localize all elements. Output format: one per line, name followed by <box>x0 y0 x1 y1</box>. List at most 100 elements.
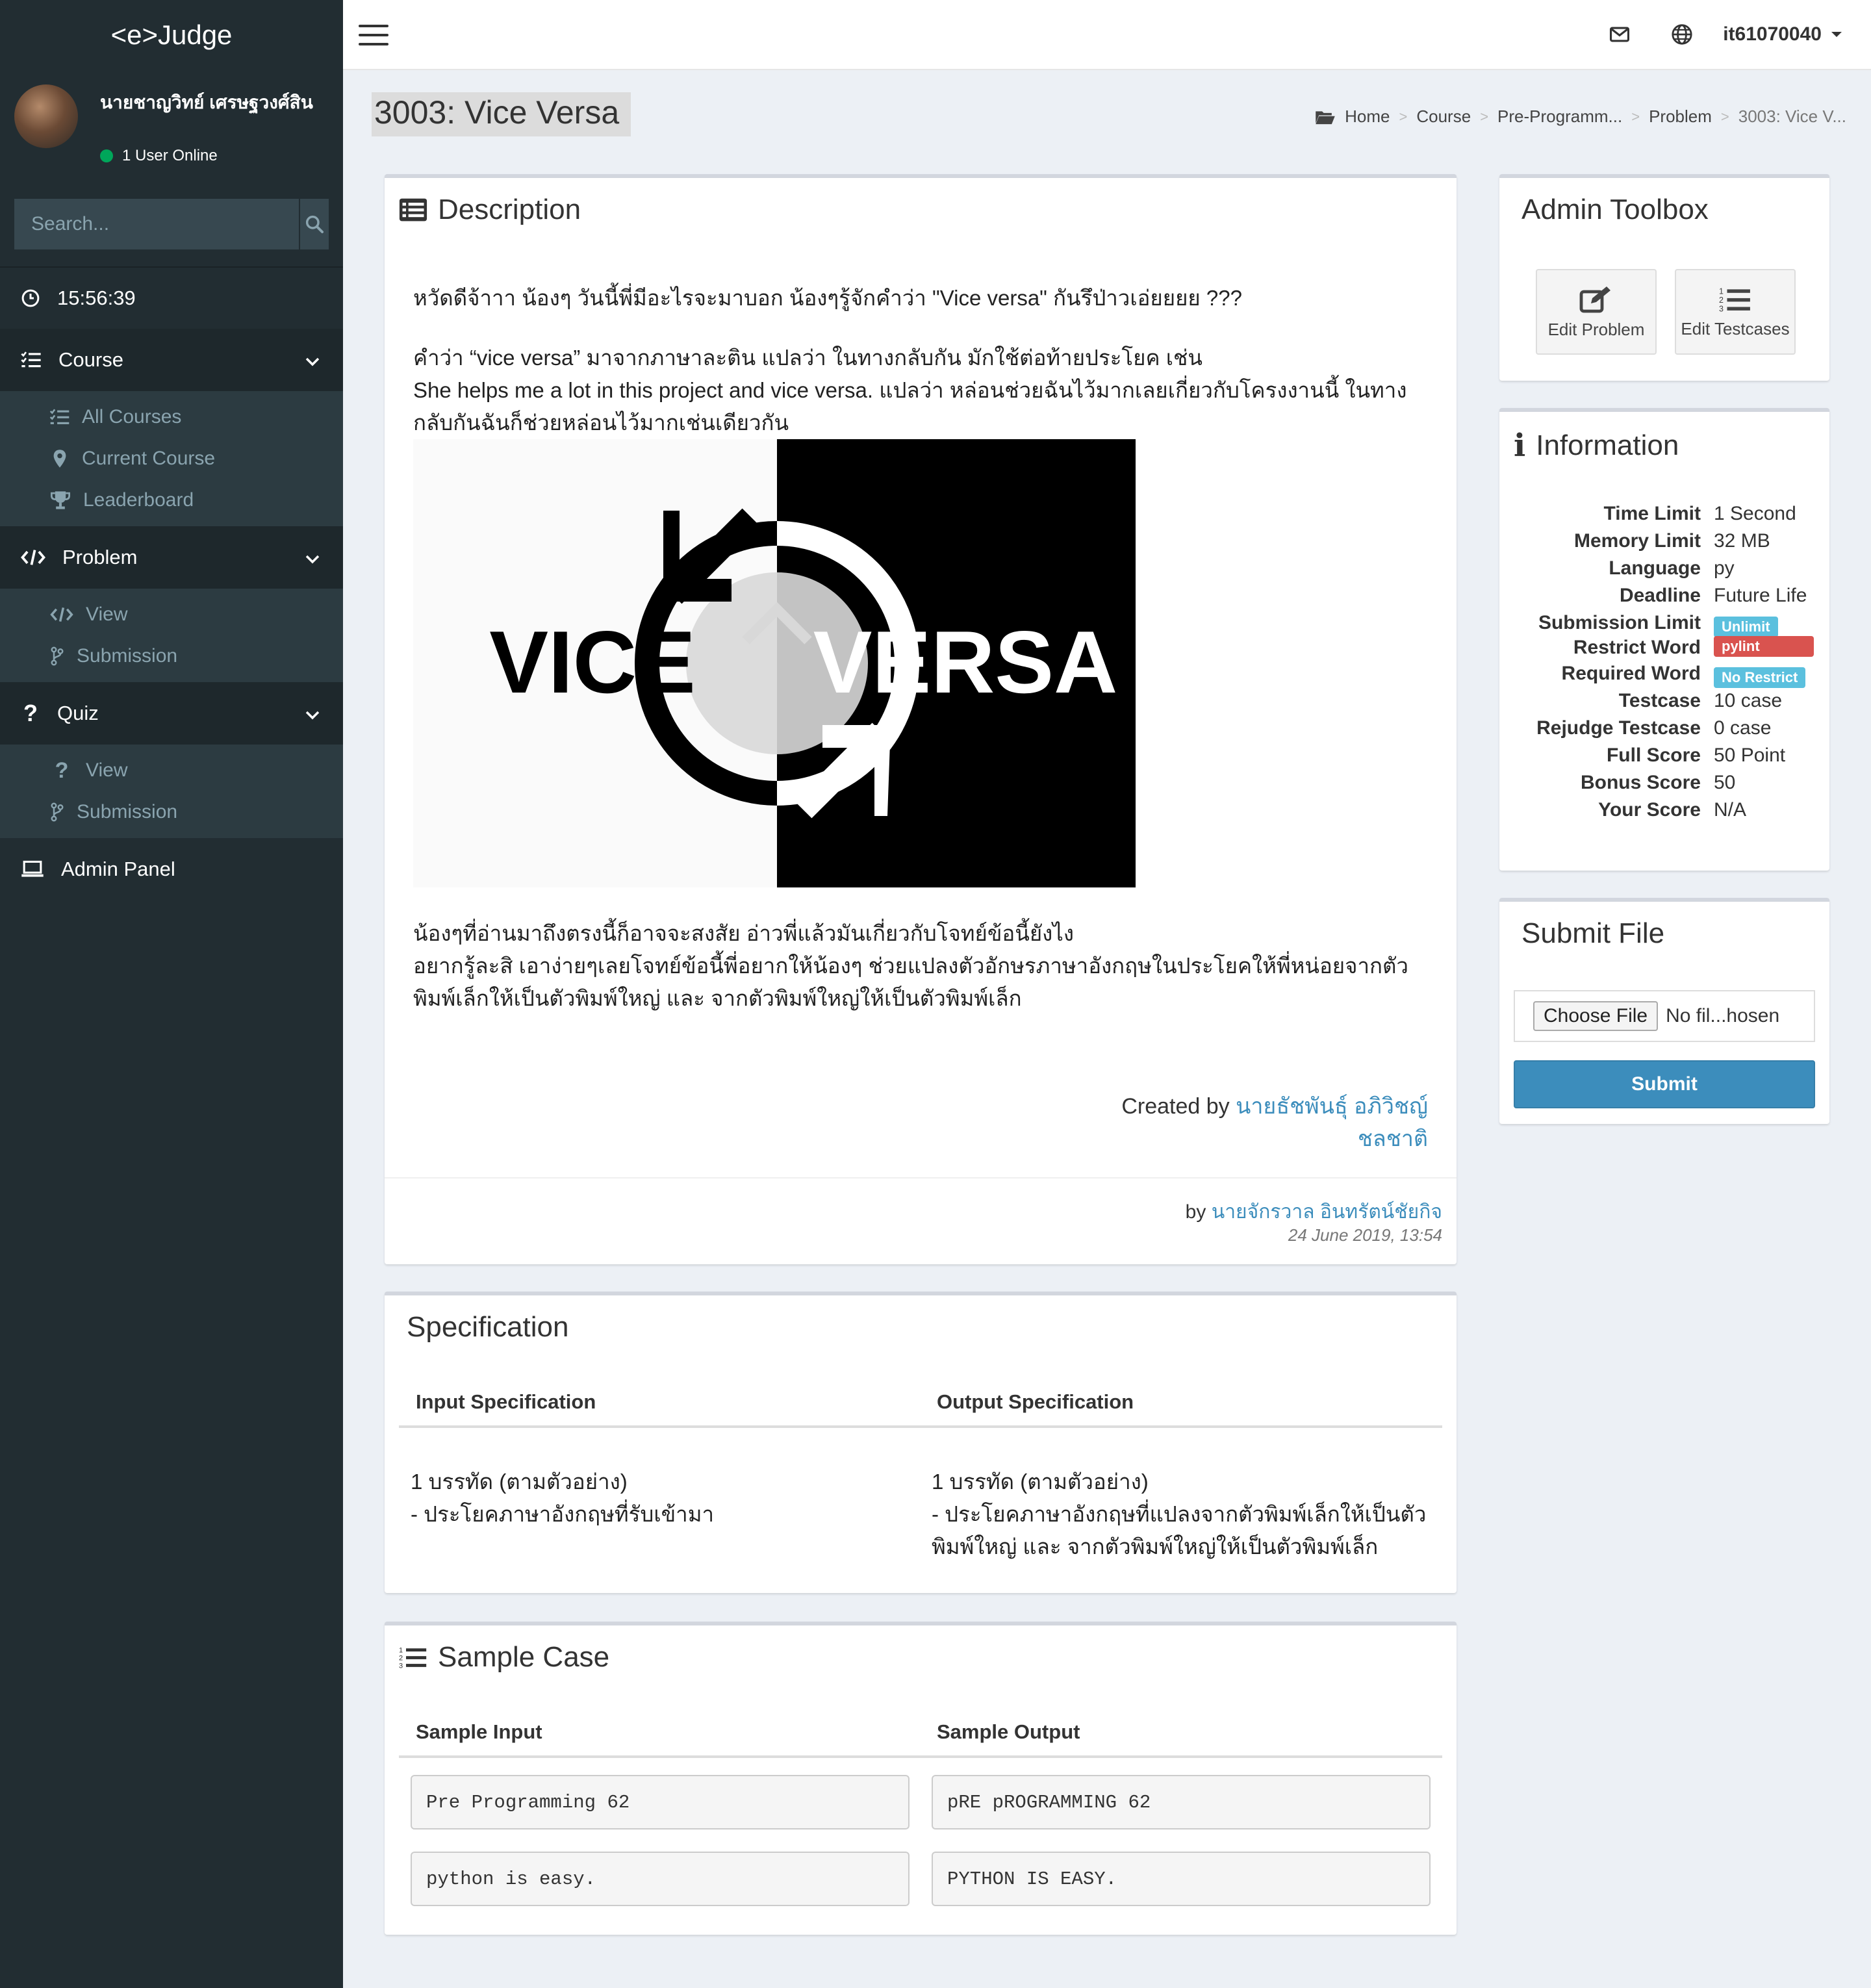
sidebar-item-problem-submission[interactable]: Submission <box>0 635 343 677</box>
breadcrumb-separator: > <box>1720 108 1729 125</box>
info-row: Testcase 10 case <box>1499 690 1829 717</box>
information-title-row: i Information <box>1514 427 1679 464</box>
menu-toggle-icon[interactable] <box>359 25 388 45</box>
user-menu[interactable]: it61070040 <box>1723 23 1842 45</box>
description-title-row: Description <box>399 194 581 226</box>
info-value: N/A <box>1714 799 1747 821</box>
edited-date: 24 June 2019, 13:54 <box>1288 1225 1442 1245</box>
info-value: Future Life <box>1714 585 1807 606</box>
info-value: 1 Second <box>1714 503 1796 524</box>
sidebar-item-admin-panel[interactable]: Admin Panel <box>0 838 343 900</box>
sidebar-item-current-course[interactable]: Current Course <box>0 438 343 479</box>
user-status-text: 1 User Online <box>122 147 218 164</box>
list-alt-icon <box>399 198 427 222</box>
breadcrumb-course[interactable]: Course <box>1416 107 1471 127</box>
information-box: i Information Time Limit 1 Second Memory … <box>1499 408 1829 871</box>
description-paragraph: น้องๆที่อ่านมาถึงตรงนี้ก็อาจจะสงสัย อ่าว… <box>413 921 1074 945</box>
sidebar-item-quiz[interactable]: ? Quiz <box>0 682 343 745</box>
info-key: Memory Limit <box>1573 530 1701 552</box>
envelope-icon[interactable] <box>1609 23 1631 49</box>
input-spec-line: - ประโยคภาษาอังกฤษที่รับเข้ามา <box>411 1502 714 1526</box>
map-marker-icon <box>49 449 70 468</box>
code-branch-icon <box>49 646 65 666</box>
sample-input-block[interactable]: Pre Programming 62 <box>411 1775 910 1829</box>
breadcrumb-pre-programming[interactable]: Pre-Programm... <box>1497 107 1622 127</box>
sidebar-label: View <box>86 759 128 781</box>
sidebar-label: Leaderboard <box>83 489 194 511</box>
sidebar-item-all-courses[interactable]: All Courses <box>0 396 343 438</box>
sidebar-item-leaderboard[interactable]: Leaderboard <box>0 479 343 521</box>
svg-text:1: 1 <box>1719 287 1724 296</box>
sample-output-block[interactable]: PYTHON IS EASY. <box>932 1852 1431 1906</box>
output-spec-line: - ประโยคภาษาอังกฤษที่แปลงจากตัวพิมพ์เล็ก… <box>932 1502 1427 1559</box>
edit-problem-button[interactable]: Edit Problem <box>1536 269 1657 355</box>
breadcrumb-separator: > <box>1399 108 1408 125</box>
submit-button[interactable]: Submit <box>1514 1060 1815 1108</box>
info-value: 50 <box>1714 772 1736 793</box>
description-paragraph: She helps me a lot in this project and v… <box>413 378 1407 435</box>
image-word-left: VICE <box>489 613 695 711</box>
page-title: 3003: Vice Versa <box>372 92 631 136</box>
search-icon <box>305 215 324 233</box>
user-panel: นายชาญวิทย์ เศรษฐวงศ์สิน 1 User Online <box>0 70 343 200</box>
editor-link[interactable]: นายจักรวาล อินทรัตน์ชัยกิจ <box>1212 1201 1442 1223</box>
sidebar-label: Current Course <box>82 448 216 469</box>
info-row: Rejudge Testcase 0 case <box>1499 717 1829 745</box>
info-row: Language py <box>1499 557 1829 585</box>
vice-versa-image: VICE VERSA <box>413 439 1138 887</box>
sample-input-header: Sample Input <box>416 1720 542 1743</box>
globe-icon[interactable] <box>1671 23 1693 49</box>
user-name: นายชาญวิทย์ เศรษฐวงศ์สิน <box>100 92 313 112</box>
svg-text:3: 3 <box>399 1663 403 1670</box>
info-value: py <box>1714 557 1735 579</box>
info-key: Bonus Score <box>1580 772 1701 793</box>
sample-output-block[interactable]: pRE pROGRAMMING 62 <box>932 1775 1431 1829</box>
choose-file-button[interactable]: Choose File <box>1533 1001 1659 1031</box>
sample-input-block[interactable]: python is easy. <box>411 1852 910 1906</box>
tasks-icon <box>21 351 42 369</box>
submit-file-title: Submit File <box>1521 917 1665 949</box>
output-spec-header: Output Specification <box>937 1390 1134 1413</box>
chevron-down-icon <box>305 348 320 372</box>
search-button[interactable] <box>299 199 329 249</box>
edit-testcases-button[interactable]: 123 Edit Testcases <box>1675 269 1796 355</box>
created-by: Created by นายธัชพันธุ์ อภิวิชญ์ชลชาติ <box>1090 1090 1428 1155</box>
specification-header-row: Input Specification Output Specification <box>399 1376 1442 1428</box>
input-spec-line: 1 บรรทัด (ตามตัวอย่าง) <box>411 1470 628 1494</box>
sidebar-clock: 15:56:39 <box>0 266 343 329</box>
breadcrumb-home[interactable]: Home <box>1345 107 1390 127</box>
sidebar: <e>Judge นายชาญวิทย์ เศรษฐวงศ์สิน 1 User… <box>0 0 343 1988</box>
breadcrumb-problem[interactable]: Problem <box>1649 107 1712 127</box>
chevron-down-icon <box>305 546 320 569</box>
app-logo[interactable]: <e>Judge <box>0 0 343 70</box>
admin-toolbox-box: Admin Toolbox Edit Problem 123 Edit Test… <box>1499 174 1829 381</box>
breadcrumb-separator: > <box>1631 108 1640 125</box>
file-input[interactable]: Choose File No fil...hosen <box>1514 990 1815 1042</box>
sidebar-course-label: Course <box>58 348 123 371</box>
quiz-submenu: ? View Submission <box>0 745 343 838</box>
user-avatar <box>14 84 78 148</box>
clock-text: 15:56:39 <box>57 287 136 309</box>
info-value: 10 case <box>1714 690 1783 711</box>
search-input[interactable] <box>14 199 299 249</box>
info-key: Submission Limit <box>1538 612 1701 633</box>
sample-case-title-row: 123 Sample Case <box>399 1641 609 1674</box>
sidebar-menu: 15:56:39 Course All Courses Current Cour… <box>0 266 343 900</box>
sidebar-item-problem[interactable]: Problem <box>0 526 343 589</box>
sidebar-item-quiz-view[interactable]: ? View <box>0 750 343 791</box>
author-link[interactable]: นายธัชพันธุ์ อภิวิชญ์ชลชาติ <box>1236 1094 1428 1151</box>
breadcrumb-current: 3003: Vice V... <box>1738 107 1846 126</box>
sidebar-item-course[interactable]: Course <box>0 329 343 391</box>
output-spec-line: 1 บรรทัด (ตามตัวอย่าง) <box>932 1470 1149 1494</box>
info-key: Deadline <box>1619 585 1701 606</box>
info-key: Restrict Word <box>1573 637 1701 658</box>
sidebar-problem-label: Problem <box>62 546 138 568</box>
info-key: Your Score <box>1598 799 1701 821</box>
folder-open-icon <box>1316 110 1335 124</box>
sidebar-label: All Courses <box>82 406 182 427</box>
edit-icon <box>1579 286 1610 312</box>
sidebar-item-problem-view[interactable]: View <box>0 594 343 635</box>
admin-toolbox-title: Admin Toolbox <box>1521 194 1709 225</box>
sidebar-item-quiz-submission[interactable]: Submission <box>0 791 343 833</box>
sidebar-admin-label: Admin Panel <box>61 858 175 880</box>
